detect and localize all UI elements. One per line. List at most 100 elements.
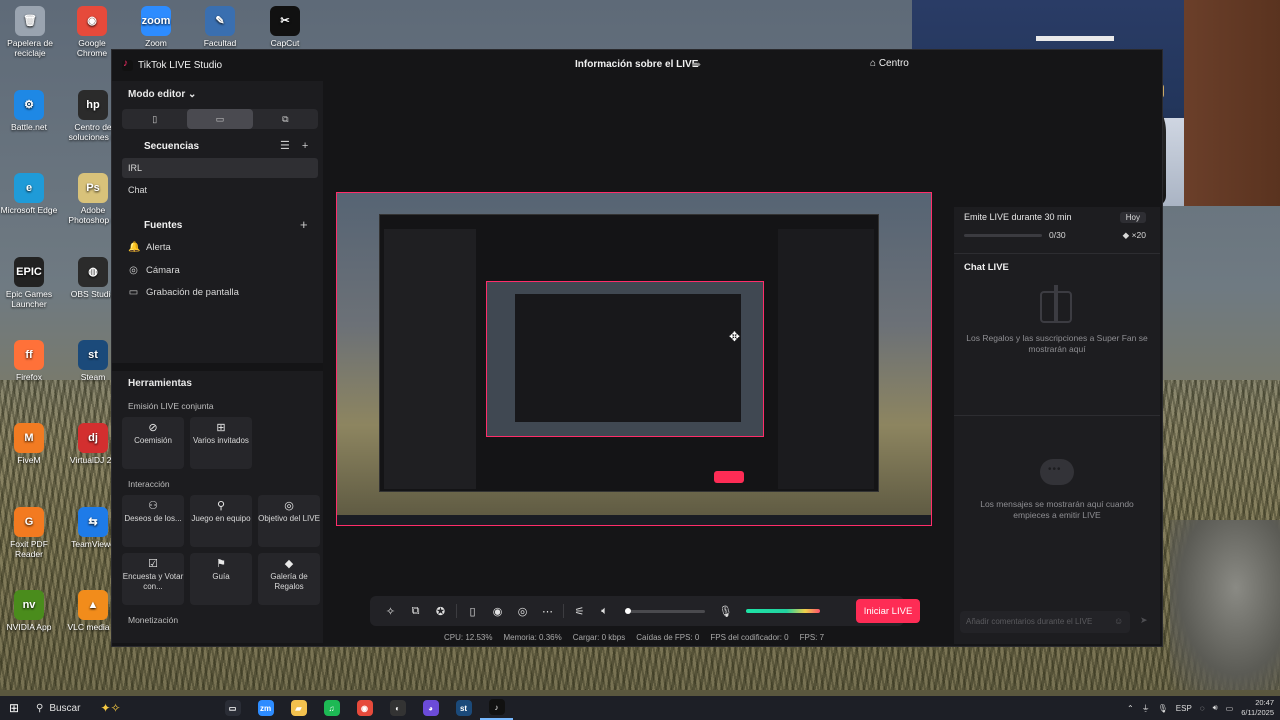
taskbar-search[interactable]: ⚲ Buscar ✦✧ (28, 696, 178, 720)
move-cursor-icon: ✥ (729, 329, 740, 344)
desktop-icon[interactable]: M FiveM (0, 423, 58, 465)
desktop-icon[interactable]: EPIC Epic Games Launcher (0, 257, 58, 309)
tool-label: Encuesta y Votar con... (122, 572, 184, 591)
app-icon: Ps (78, 173, 108, 203)
clock-date: 6/11/2025 (1241, 708, 1274, 717)
app-icon: ◕ (422, 700, 439, 716)
speaker-icon[interactable]: 🔈︎ (592, 605, 617, 618)
battery-icon[interactable]: ▭ (1226, 704, 1234, 713)
taskbar-app-tiktok-live[interactable]: ♪ (480, 696, 513, 720)
nested-taskbar (337, 515, 931, 525)
live-goal-title: Emite LIVE durante 30 min (964, 212, 1072, 222)
tool-button[interactable]: ☑ Encuesta y Votar con... (122, 553, 184, 605)
tool-button[interactable]: ⊘ Coemisión (122, 417, 184, 469)
nested-left-panel (384, 229, 476, 489)
live-info-title[interactable]: Información sobre el LIVE (575, 59, 698, 70)
desktop-icon[interactable]: e Microsoft Edge (0, 173, 58, 215)
tool-button[interactable]: ◎ Objetivo del LIVE (258, 495, 320, 547)
sequence-item-irl[interactable]: IRL (122, 158, 318, 178)
desktop-icon[interactable]: G Foxit PDF Reader (0, 507, 58, 559)
volume-knob[interactable] (625, 607, 631, 614)
layout-icon[interactable]: ⧉ (403, 605, 428, 618)
volume-slider[interactable] (625, 607, 705, 614)
divider (456, 604, 457, 618)
taskbar-app-file-explorer[interactable]: ▰ (282, 696, 315, 720)
windows-start-icon[interactable]: ⊞ (0, 701, 28, 715)
tool-icon: ⚑ (216, 558, 226, 570)
tools-title: Herramientas (128, 378, 192, 389)
app-icon: ◉ (77, 6, 107, 36)
nested-right-panel (778, 229, 874, 489)
replay-icon[interactable]: ◎ (510, 605, 535, 618)
taskbar-app-zoom[interactable]: zm (249, 696, 282, 720)
start-live-button[interactable]: Iniciar LIVE (856, 599, 920, 623)
more-icon[interactable]: ⋯ (535, 605, 560, 618)
clock[interactable]: 20:47 6/11/2025 (1241, 698, 1274, 718)
comment-input[interactable]: Añadir comentarios durante el LIVE (960, 611, 1130, 633)
taskbar-app-steam[interactable]: st (447, 696, 480, 720)
app-icon: ◍ (78, 257, 108, 287)
language-indicator[interactable]: ESP (1176, 704, 1192, 713)
list-icon[interactable]: ☰ (280, 140, 302, 152)
send-icon[interactable]: ➤ (1140, 615, 1148, 626)
clock-time: 20:47 (1255, 698, 1274, 707)
tool-button[interactable]: ⚇ Deseos de los... (122, 495, 184, 547)
app-icon: ⚙ (14, 90, 44, 120)
source-item-camera[interactable]: ◎ Cámara (128, 265, 180, 276)
tool-button[interactable]: ⊞ Varios invitados (190, 417, 252, 469)
desktop-icon[interactable]: 🗑 Papelera de reciclaje (1, 6, 59, 58)
landscape-orientation-button[interactable]: ▭ (187, 109, 253, 129)
volume-tray-icon[interactable]: 🔊︎ (1213, 703, 1218, 713)
magic-effects-icon[interactable]: ✧ (378, 605, 403, 618)
search-label: Buscar (49, 702, 81, 714)
microphone-icon[interactable]: 🎙︎ (713, 605, 738, 618)
desktop-icon[interactable]: ⚙ Battle.net (0, 90, 58, 132)
tool-label: Varios invitados (193, 436, 249, 445)
source-item-alert[interactable]: 🔔 Alerta (128, 242, 171, 253)
fps-stat: FPS: 7 (799, 633, 825, 642)
app-icon: st (455, 700, 472, 716)
portrait-orientation-button[interactable]: ▯ (122, 109, 187, 129)
messages-empty-text: Los mensajes se mostrarán aquí cuando em… (980, 499, 1134, 520)
dual-orientation-button[interactable]: ⧉ (253, 109, 318, 129)
sequence-item-chat[interactable]: Chat (122, 180, 318, 200)
desktop-icon[interactable]: ✂ CapCut (256, 6, 314, 48)
source-item-screen[interactable]: ▭ Grabación de pantalla (128, 287, 239, 298)
add-source-icon[interactable]: + (300, 217, 308, 232)
desktop-icon[interactable]: ff Firefox (0, 340, 58, 382)
mic-tray-icon[interactable]: 🎙︎ (1158, 704, 1168, 713)
stats-bar: CPU: 12.53% Memoria: 0.36% Cargar: 0 kbp… (444, 633, 824, 642)
tool-button[interactable]: ⚲ Juego en equipo (190, 495, 252, 547)
network-icon[interactable]: ◌ (1200, 704, 1205, 713)
taskbar-app-spotify[interactable]: ♫ (315, 696, 348, 720)
desktop-icon-label: Firefox (16, 372, 42, 382)
app-title: TikTok LIVE Studio (138, 59, 223, 71)
add-sequence-icon[interactable]: + (302, 140, 320, 152)
stream-preview-canvas[interactable]: ✥ (336, 192, 932, 526)
search-icon: ⚲ (36, 702, 44, 714)
taskbar-app-app-purple[interactable]: ◕ (414, 696, 447, 720)
encoder-fps-stat: FPS del codificador: 0 (710, 633, 789, 642)
tray-chevron-icon[interactable]: ⌃ (1127, 704, 1134, 713)
microphone-level[interactable] (746, 609, 820, 613)
desktop-icon[interactable]: nv NVIDIA App (0, 590, 58, 632)
taskbar-app-task-view[interactable]: ▭ (216, 696, 249, 720)
record-icon[interactable]: ◉ (485, 605, 510, 618)
usb-icon[interactable]: ⏚ (1142, 703, 1150, 714)
tool-button[interactable]: ⚑ Guía (190, 553, 252, 605)
settings-sliders-icon[interactable]: ⚟ (567, 605, 592, 618)
sticker-icon[interactable]: ✪ (428, 605, 453, 618)
tool-icon: ⊘ (148, 422, 158, 434)
app-icon: zm (257, 700, 274, 716)
upload-stat: Cargar: 0 kbps (572, 633, 626, 642)
editor-mode-dropdown[interactable]: Modo editor ⌄ (128, 89, 196, 100)
emoji-icon[interactable]: ☺ (1114, 616, 1123, 626)
orientation-selector: ▯ ▭ ⧉ (122, 109, 318, 129)
tool-button[interactable]: ◆ Galería de Regalos (258, 553, 320, 605)
share-icon[interactable]: ➦ (692, 58, 701, 71)
phone-icon[interactable]: ▯ (460, 605, 485, 618)
taskbar-app-app-circle[interactable]: ◐ (381, 696, 414, 720)
center-link[interactable]: ⌂ Centro (870, 58, 909, 69)
taskbar-app-chrome[interactable]: ◉ (348, 696, 381, 720)
desktop-icon-label: TeamViewe (71, 539, 115, 549)
